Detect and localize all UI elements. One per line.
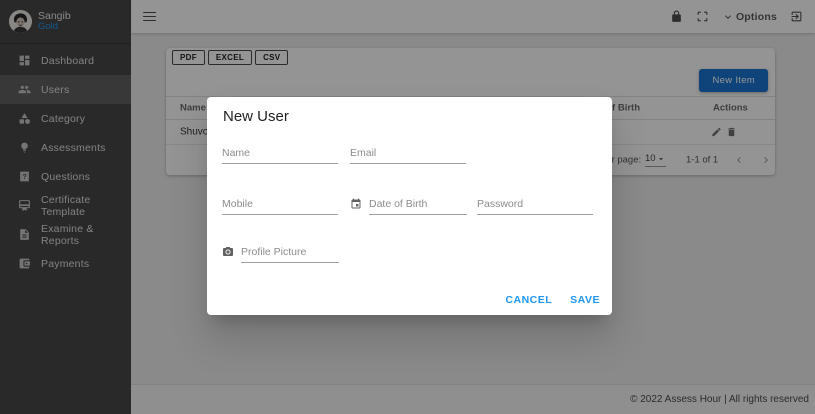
dialog-actions: CANCEL SAVE	[505, 294, 600, 306]
new-user-dialog: New User Name Email Mobile Date of Birth…	[207, 97, 612, 315]
password-field-placeholder: Password	[477, 198, 593, 210]
name-field[interactable]: Name	[222, 147, 338, 164]
dialog-title: New User	[223, 108, 289, 125]
dob-field-placeholder: Date of Birth	[369, 198, 467, 210]
cancel-button[interactable]: CANCEL	[505, 294, 552, 306]
email-field[interactable]: Email	[350, 147, 466, 164]
mobile-field[interactable]: Mobile	[222, 198, 338, 215]
calendar-icon	[350, 198, 362, 210]
camera-icon	[222, 246, 234, 258]
email-field-placeholder: Email	[350, 147, 466, 159]
password-field[interactable]: Password	[477, 198, 593, 215]
save-button[interactable]: SAVE	[570, 294, 600, 306]
profile-picture-placeholder: Profile Picture	[241, 246, 339, 258]
name-field-placeholder: Name	[222, 147, 338, 159]
date-of-birth-field[interactable]: Date of Birth	[350, 198, 467, 215]
profile-picture-field[interactable]: Profile Picture	[222, 246, 339, 263]
mobile-field-placeholder: Mobile	[222, 198, 338, 210]
